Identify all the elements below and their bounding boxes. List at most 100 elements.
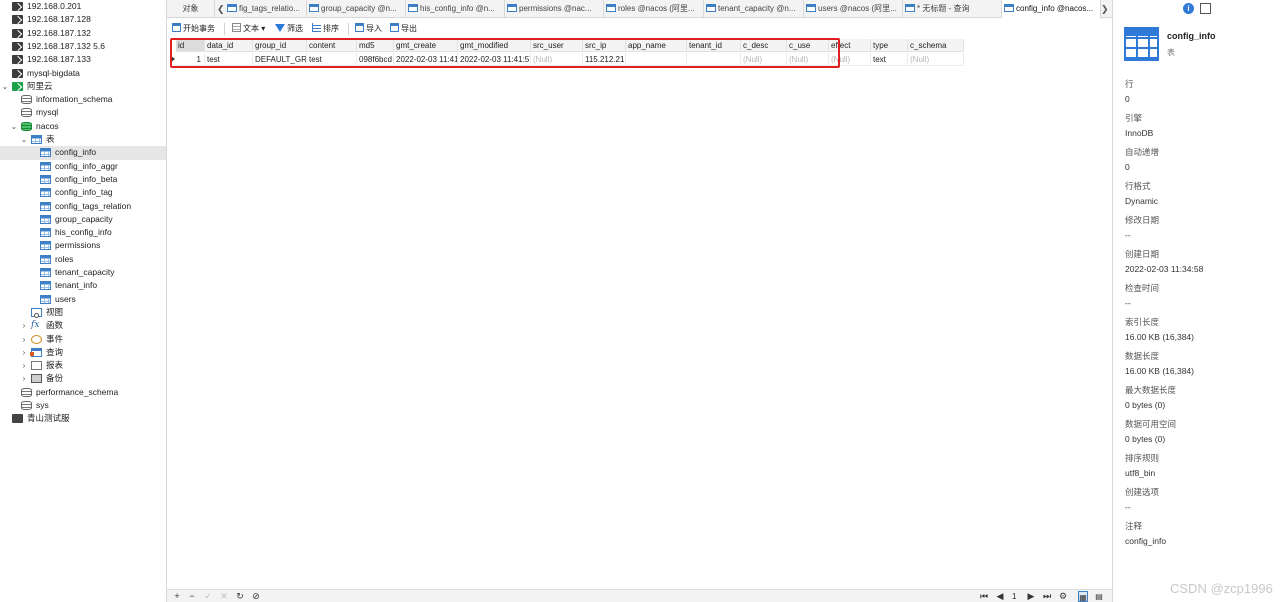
column-header[interactable]: md5 [357, 39, 394, 52]
column-header[interactable]: tenant_id [687, 39, 741, 52]
tree-item[interactable]: performance_schema [0, 386, 166, 399]
column-header[interactable]: id [176, 39, 205, 52]
table-cell[interactable]: 098f6bcd [357, 53, 394, 66]
tab-scroll-right-icon[interactable]: ❯ [1101, 0, 1109, 18]
grid-view-icon[interactable]: ▦ [1078, 591, 1088, 602]
tab-query[interactable]: * 无标题 - 查询 [903, 0, 1002, 18]
column-header[interactable]: type [871, 39, 908, 52]
settings-gear-icon[interactable]: ⚙ [1058, 590, 1068, 602]
tree-item[interactable]: group_capacity [0, 213, 166, 226]
tree-item[interactable]: 192.168.187.133 [0, 53, 166, 66]
chevron-right-icon[interactable]: › [20, 319, 28, 332]
tree-item[interactable]: information_schema [0, 93, 166, 106]
apply-changes-button[interactable]: ✓ [203, 590, 213, 602]
tab-table[interactable]: fig_tags_relatio... [225, 0, 307, 18]
chevron-down-icon[interactable]: ⌄ [20, 133, 28, 146]
next-page-icon[interactable]: ▶ [1026, 590, 1036, 602]
table-cell[interactable]: 115.212.21 [583, 53, 626, 66]
export-button[interactable]: 导出 [390, 21, 417, 37]
import-button[interactable]: 导入 [355, 21, 382, 37]
tab-scroll-left-icon[interactable]: ❮ [217, 0, 225, 18]
tree-item[interactable]: config_info_aggr [0, 160, 166, 173]
tree-item[interactable]: mysql-bigdata [0, 67, 166, 80]
column-header[interactable]: app_name [626, 39, 687, 52]
tree-item[interactable]: 192.168.187.128 [0, 13, 166, 26]
column-header[interactable]: effect [829, 39, 871, 52]
chevron-right-icon[interactable]: › [20, 372, 28, 385]
tree-item[interactable]: mysql [0, 106, 166, 119]
column-header[interactable]: content [307, 39, 357, 52]
text-button[interactable]: 文本 ▾ [232, 21, 265, 37]
table-cell[interactable] [626, 53, 687, 66]
table-cell[interactable]: test [205, 53, 253, 66]
table-cell[interactable]: 2022-02-03 11:41:57 [458, 53, 531, 66]
first-page-icon[interactable]: ⏮ [979, 590, 989, 602]
column-header[interactable]: data_id [205, 39, 253, 52]
tree-item[interactable]: ⌄ nacos [0, 120, 166, 133]
tree-item[interactable]: roles [0, 253, 166, 266]
table-cell[interactable] [687, 53, 741, 66]
tab-objects[interactable]: 对象 [167, 0, 215, 18]
begin-transaction-button[interactable]: 开始事务 [172, 21, 215, 37]
column-header[interactable]: group_id [253, 39, 307, 52]
table-cell[interactable]: (Null) [531, 53, 583, 66]
page-number[interactable]: 1 [1012, 590, 1016, 602]
tab-table[interactable]: his_config_info @n... [406, 0, 505, 18]
tree-item[interactable]: › 备份 [0, 372, 166, 385]
table-cell[interactable]: 2022-02-03 11:41:57 [394, 53, 458, 66]
tree-item[interactable]: config_info_beta [0, 173, 166, 186]
column-header[interactable]: gmt_modified [458, 39, 531, 52]
table-cell[interactable]: (Null) [829, 53, 871, 66]
tree-item[interactable]: 青山测试服 [0, 412, 166, 425]
tree-item[interactable]: › 报表 [0, 359, 166, 372]
table-cell[interactable]: text [871, 53, 908, 66]
tree-item[interactable]: › fx 函数 [0, 319, 166, 332]
stop-button[interactable]: ⊘ [251, 590, 261, 602]
form-view-icon[interactable]: ▤ [1094, 590, 1104, 602]
tree-item[interactable]: 192.168.0.201 [0, 0, 166, 13]
table-cell[interactable]: 1 [176, 53, 205, 66]
tree-item[interactable]: permissions [0, 239, 166, 252]
tree-item[interactable]: users [0, 293, 166, 306]
tab-table[interactable]: tenant_capacity @n... [704, 0, 804, 18]
tree-item[interactable]: config_tags_relation [0, 200, 166, 213]
table-cell[interactable]: (Null) [741, 53, 787, 66]
chevron-down-icon[interactable]: ⌄ [10, 120, 18, 133]
tab-table[interactable]: roles @nacos (阿里... [604, 0, 704, 18]
column-header[interactable]: c_schema [908, 39, 964, 52]
tree-item[interactable]: his_config_info [0, 226, 166, 239]
column-header[interactable]: c_use [787, 39, 829, 52]
tab-table[interactable]: users @nacos (阿里... [804, 0, 903, 18]
table-cell[interactable]: (Null) [787, 53, 829, 66]
tree-item[interactable]: config_info_tag [0, 186, 166, 199]
tree-item[interactable]: ⌄ 表 [0, 133, 166, 146]
sort-button[interactable]: 排序 [312, 21, 339, 37]
info-icon[interactable]: i [1183, 3, 1194, 14]
tree-item[interactable]: tenant_info [0, 279, 166, 292]
tree-item[interactable]: tenant_capacity [0, 266, 166, 279]
tree-item[interactable]: config_info [0, 146, 166, 160]
chevron-right-icon[interactable]: › [20, 359, 28, 372]
filter-button[interactable]: 筛选 [275, 21, 303, 37]
chevron-right-icon[interactable]: › [20, 346, 28, 359]
tab-table[interactable]: config_info @nacos... [1002, 0, 1101, 18]
last-page-icon[interactable]: ⏭ [1042, 590, 1052, 602]
tree-item[interactable]: 192.168.187.132 [0, 27, 166, 40]
table-cell[interactable]: (Null) [908, 53, 964, 66]
column-header[interactable]: c_desc [741, 39, 787, 52]
column-header[interactable]: gmt_create [394, 39, 458, 52]
tab-table[interactable]: permissions @nac... [505, 0, 604, 18]
delete-record-button[interactable]: − [187, 590, 197, 602]
tab-table[interactable]: group_capacity @n... [307, 0, 406, 18]
tree-item[interactable]: 192.168.187.132 5.6 [0, 40, 166, 53]
chevron-down-icon[interactable]: ⌄ [1, 80, 9, 93]
chevron-right-icon[interactable]: › [20, 333, 28, 346]
discard-changes-button[interactable]: ✕ [219, 590, 229, 602]
column-header[interactable]: src_user [531, 39, 583, 52]
tree-item[interactable]: 视图 [0, 306, 166, 319]
tree-item[interactable]: › 事件 [0, 333, 166, 346]
refresh-button[interactable]: ↻ [235, 590, 245, 602]
tree-item[interactable]: › 查询 [0, 346, 166, 359]
prev-page-icon[interactable]: ◀ [995, 590, 1005, 602]
tree-item[interactable]: ⌄ 阿里云 [0, 80, 166, 93]
